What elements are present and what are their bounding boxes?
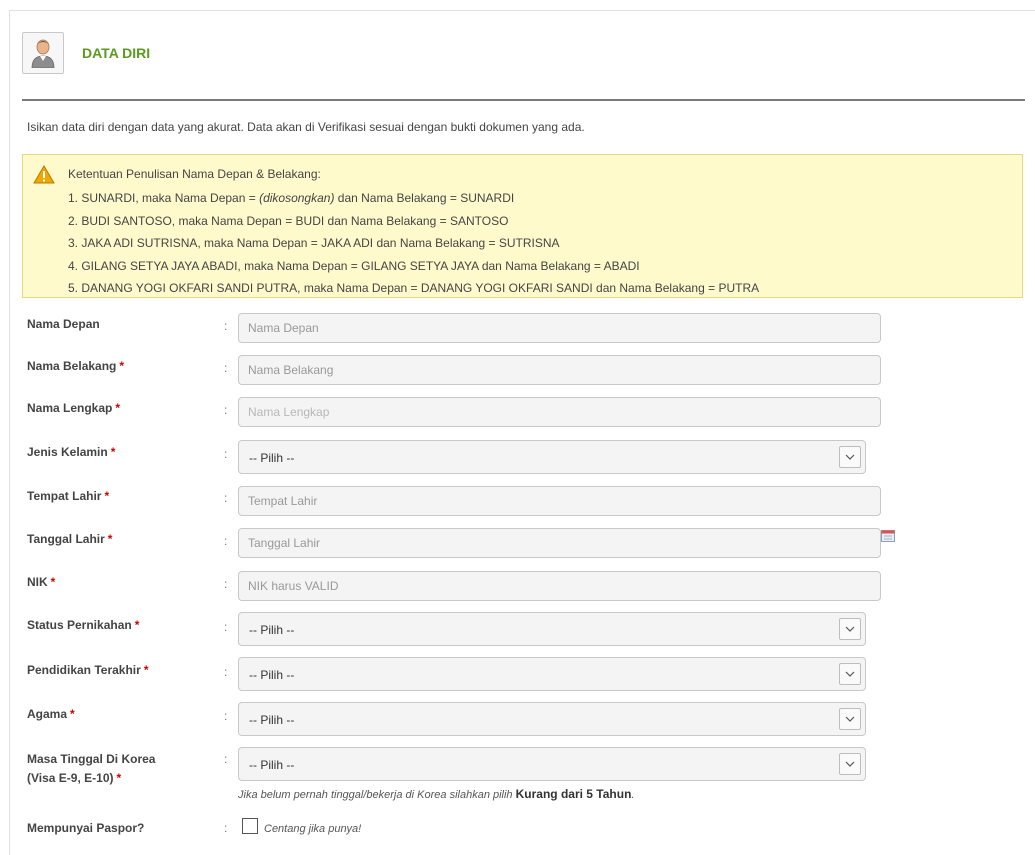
notice-title: Ketentuan Penulisan Nama Depan & Belakan… [68,167,321,181]
masa-tinggal-select[interactable]: -- Pilih -- [238,747,866,781]
label-pendidikan-terakhir: Pendidikan Terakhir * [27,663,149,677]
label-paspor: Mempunyai Paspor? [27,821,145,835]
chevron-down-icon[interactable] [839,753,861,775]
colon: : [224,709,228,723]
chevron-down-icon[interactable] [839,708,861,730]
notice-item: 3. JAKA ADI SUTRISNA, maka Nama Depan = … [68,236,560,250]
colon: : [224,534,228,548]
colon: : [224,447,228,461]
select-value: -- Pilih -- [249,668,295,682]
paspor-checkbox[interactable] [242,818,258,834]
nama-belakang-input[interactable] [238,355,881,385]
header-divider [22,99,1025,101]
nik-input[interactable] [238,571,881,601]
select-value: -- Pilih -- [249,451,295,465]
label-tanggal-lahir: Tanggal Lahir * [27,532,113,546]
notice-list: 1. SUNARDI, maka Nama Depan = (dikosongk… [68,187,759,300]
paspor-checkbox-label[interactable]: Centang jika punya! [264,823,361,835]
colon: : [224,403,228,417]
colon: : [224,665,228,679]
label-jenis-kelamin: Jenis Kelamin * [27,445,116,459]
chevron-down-icon[interactable] [839,663,861,685]
colon: : [224,821,228,835]
colon: : [224,577,228,591]
jenis-kelamin-select[interactable]: -- Pilih -- [238,440,866,474]
label-nik: NIK * [27,575,56,589]
chevron-down-icon[interactable] [839,618,861,640]
select-value: -- Pilih -- [249,623,295,637]
section-title: DATA DIRI [82,45,151,61]
nama-depan-input[interactable] [238,313,881,343]
nama-lengkap-input[interactable] [238,397,881,427]
label-agama: Agama * [27,707,75,721]
agama-select[interactable]: -- Pilih -- [238,702,866,736]
colon: : [224,491,228,505]
tempat-lahir-input[interactable] [238,486,881,516]
calendar-icon[interactable] [881,530,895,542]
section-header: DATA DIRI [22,30,150,76]
colon: : [224,361,228,375]
label-tempat-lahir: Tempat Lahir * [27,489,110,503]
select-value: -- Pilih -- [249,758,295,772]
intro-text: Isikan data diri dengan data yang akurat… [27,120,585,134]
label-nama-belakang: Nama Belakang * [27,359,125,373]
colon: : [224,620,228,634]
warning-icon [33,165,55,184]
label-masa-tinggal: Masa Tinggal Di Korea (Visa E-9, E-10) * [27,752,156,785]
masa-tinggal-hint: Jika belum pernah tinggal/bekerja di Kor… [238,787,635,801]
colon: : [224,752,228,766]
notice-item: 4. GILANG SETYA JAYA ABADI, maka Nama De… [68,258,640,273]
label-nama-lengkap: Nama Lengkap * [27,401,121,415]
label-status-pernikahan: Status Pernikahan * [27,618,140,632]
label-nama-depan: Nama Depan [27,317,100,331]
chevron-down-icon[interactable] [839,446,861,468]
notice-item: 1. SUNARDI, maka Nama Depan = (dikosongk… [68,191,515,205]
notice-item: 5. DANANG YOGI OKFARI SANDI PUTRA, maka … [68,281,760,295]
select-value: -- Pilih -- [249,713,295,727]
colon: : [224,319,228,333]
name-rules-notice: Ketentuan Penulisan Nama Depan & Belakan… [22,154,1023,298]
tanggal-lahir-input[interactable] [238,528,881,558]
pendidikan-terakhir-select[interactable]: -- Pilih -- [238,657,866,691]
notice-item: 2. BUDI SANTOSO, maka Nama Depan = BUDI … [68,213,509,228]
status-pernikahan-select[interactable]: -- Pilih -- [238,612,866,646]
user-avatar-icon [22,32,64,74]
